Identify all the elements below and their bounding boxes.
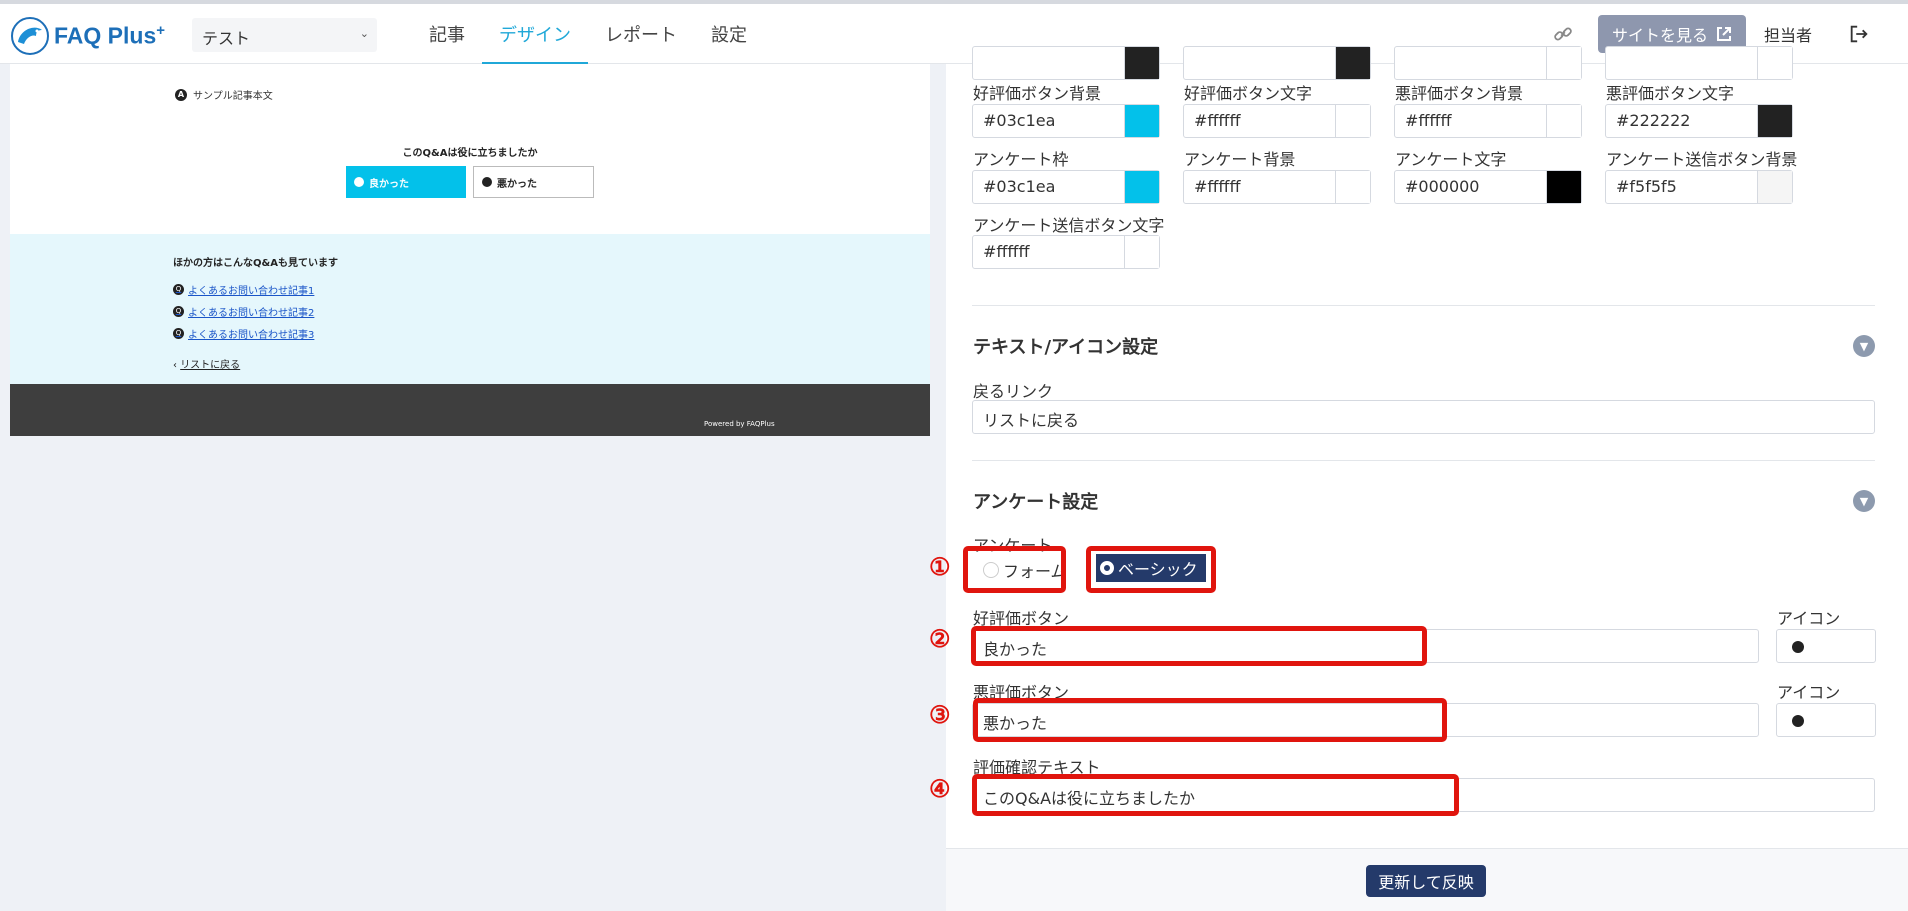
preview-related-title: ほかの方はこんなQ&Aも見ています: [173, 258, 338, 269]
bad-icon-label: アイコン: [1777, 683, 1841, 702]
preview-sample-text: A サンプル記事本文: [175, 87, 273, 102]
link-icon[interactable]: [1552, 23, 1574, 45]
preview-good-button: 良かった: [346, 166, 466, 198]
good-bg-color-input[interactable]: #03c1ea: [972, 104, 1160, 138]
back-link-label: 戻るリンク: [973, 382, 1054, 401]
survey-bg-color-input[interactable]: #ffffff: [1183, 170, 1371, 204]
answer-icon: A: [175, 88, 187, 101]
annotation-number-4: ④: [929, 774, 951, 803]
color-input-cut[interactable]: [1605, 46, 1793, 80]
annotation-number-1: ①: [929, 552, 951, 581]
color-label: 好評価ボタン文字: [1184, 84, 1313, 103]
preview-sample-label: サンプル記事本文: [193, 91, 273, 102]
preview-question: このQ&Aは役に立ちましたか: [402, 148, 538, 159]
chevron-down-icon[interactable]: ▼: [1853, 490, 1875, 512]
annotation-box-1: [963, 546, 1066, 593]
color-input-cut[interactable]: [1183, 46, 1371, 80]
faqplus-logo[interactable]: FAQ Plus+: [10, 15, 165, 57]
preview-bad-label: 悪かった: [497, 178, 537, 190]
color-label: 悪評価ボタン文字: [1606, 84, 1735, 103]
color-label: アンケート枠: [973, 150, 1069, 169]
color-label: アンケート送信ボタン文字: [973, 216, 1165, 235]
survey-submit-bg-color-input[interactable]: #f5f5f5: [1605, 170, 1793, 204]
color-swatch[interactable]: [1757, 171, 1792, 203]
nav-settings[interactable]: 設定: [694, 4, 764, 64]
settings-panel: 好評価ボタン背景 #03c1ea 好評価ボタン文字 #ffffff 悪評価ボタン…: [929, 46, 1908, 911]
color-swatch[interactable]: [1546, 105, 1581, 137]
preview-related: ほかの方はこんなQ&Aも見ています Q よくあるお問い合わせ記事1 Q よくあるお問…: [10, 234, 930, 384]
main-nav: 記事 デザイン レポート 設定: [412, 4, 764, 64]
color-swatch[interactable]: [1335, 105, 1370, 137]
list-item: Q よくあるお問い合わせ記事2: [173, 300, 314, 322]
site-select-value: テスト: [202, 29, 251, 48]
color-swatch[interactable]: [1124, 236, 1159, 268]
color-swatch[interactable]: [1124, 171, 1159, 203]
preview-related-list: Q よくあるお問い合わせ記事1 Q よくあるお問い合わせ記事2 Q よくあるお問い合わ…: [173, 278, 314, 344]
annotation-box-4: [972, 774, 1459, 816]
preview-powered-by: Powered by FAQPlus: [704, 420, 775, 428]
smile-icon: [1792, 641, 1804, 653]
user-name[interactable]: 担当者: [1764, 22, 1812, 46]
site-select[interactable]: テスト ⌄: [192, 18, 377, 52]
color-label: アンケート文字: [1395, 150, 1507, 169]
section-divider: [972, 460, 1875, 461]
color-swatch[interactable]: [1124, 105, 1159, 137]
color-label: 好評価ボタン背景: [973, 84, 1102, 103]
logout-icon[interactable]: [1848, 23, 1870, 45]
good-icon-label: アイコン: [1777, 609, 1841, 628]
list-item: Q よくあるお問い合わせ記事3: [173, 322, 314, 344]
good-text-color-input[interactable]: #ffffff: [1183, 104, 1371, 138]
nav-design[interactable]: デザイン: [482, 4, 588, 64]
nav-report[interactable]: レポート: [588, 4, 694, 64]
color-input-cut[interactable]: [1394, 46, 1582, 80]
annotation-box-3: [973, 698, 1447, 742]
external-link-icon: [1716, 27, 1731, 41]
frown-icon: [1792, 715, 1804, 727]
update-button[interactable]: 更新して反映: [1366, 865, 1486, 897]
color-label: 悪評価ボタン背景: [1395, 84, 1524, 103]
good-icon-select[interactable]: [1776, 629, 1876, 663]
bad-text-color-input[interactable]: #222222: [1605, 104, 1793, 138]
annotation-box-1b: [1086, 546, 1216, 593]
dolphin-logo-icon: [11, 17, 49, 55]
survey-border-color-input[interactable]: #03c1ea: [972, 170, 1160, 204]
question-icon: Q: [173, 305, 184, 317]
bad-icon-select[interactable]: [1776, 703, 1876, 737]
view-site-label: サイトを見る: [1611, 26, 1708, 45]
section-title-survey: アンケート設定: [973, 492, 1099, 513]
chevron-down-icon: ⌄: [359, 27, 369, 40]
design-preview: A サンプル記事本文 このQ&Aは役に立ちましたか 良かった 悪かった ほかの方…: [10, 64, 930, 436]
color-swatch[interactable]: [1335, 171, 1370, 203]
preview-back-link: ‹ リストに戻る: [173, 360, 241, 371]
frown-icon: [482, 177, 492, 187]
preview-footer: Powered by FAQPlus: [10, 384, 930, 436]
panel-footer: 更新して反映: [946, 848, 1908, 911]
bad-bg-color-input[interactable]: #ffffff: [1394, 104, 1582, 138]
logo-text: FAQ Plus+: [54, 22, 166, 49]
list-item: Q よくあるお問い合わせ記事1: [173, 278, 314, 300]
preview-article-body: A サンプル記事本文 このQ&Aは役に立ちましたか 良かった 悪かった: [10, 64, 930, 234]
color-label: アンケート送信ボタン背景: [1606, 150, 1798, 169]
annotation-number-3: ③: [929, 700, 951, 729]
color-input-cut[interactable]: [972, 46, 1160, 80]
color-label: アンケート背景: [1184, 150, 1296, 169]
survey-text-color-input[interactable]: #000000: [1394, 170, 1582, 204]
annotation-box-2: [971, 626, 1427, 666]
annotation-number-2: ②: [929, 624, 951, 653]
color-swatch[interactable]: [1757, 105, 1792, 137]
preview-bad-button: 悪かった: [473, 166, 594, 198]
back-link-input[interactable]: リストに戻る: [972, 400, 1875, 434]
nav-articles[interactable]: 記事: [412, 4, 482, 64]
preview-good-label: 良かった: [369, 178, 409, 190]
smile-icon: [354, 177, 364, 187]
section-divider: [972, 305, 1875, 306]
question-icon: Q: [173, 283, 184, 295]
question-icon: Q: [173, 327, 184, 339]
chevron-down-icon[interactable]: ▼: [1853, 335, 1875, 357]
survey-submit-text-color-input[interactable]: #ffffff: [972, 235, 1160, 269]
section-title-text-icon: テキスト/アイコン設定: [973, 337, 1159, 358]
color-swatch[interactable]: [1546, 171, 1581, 203]
